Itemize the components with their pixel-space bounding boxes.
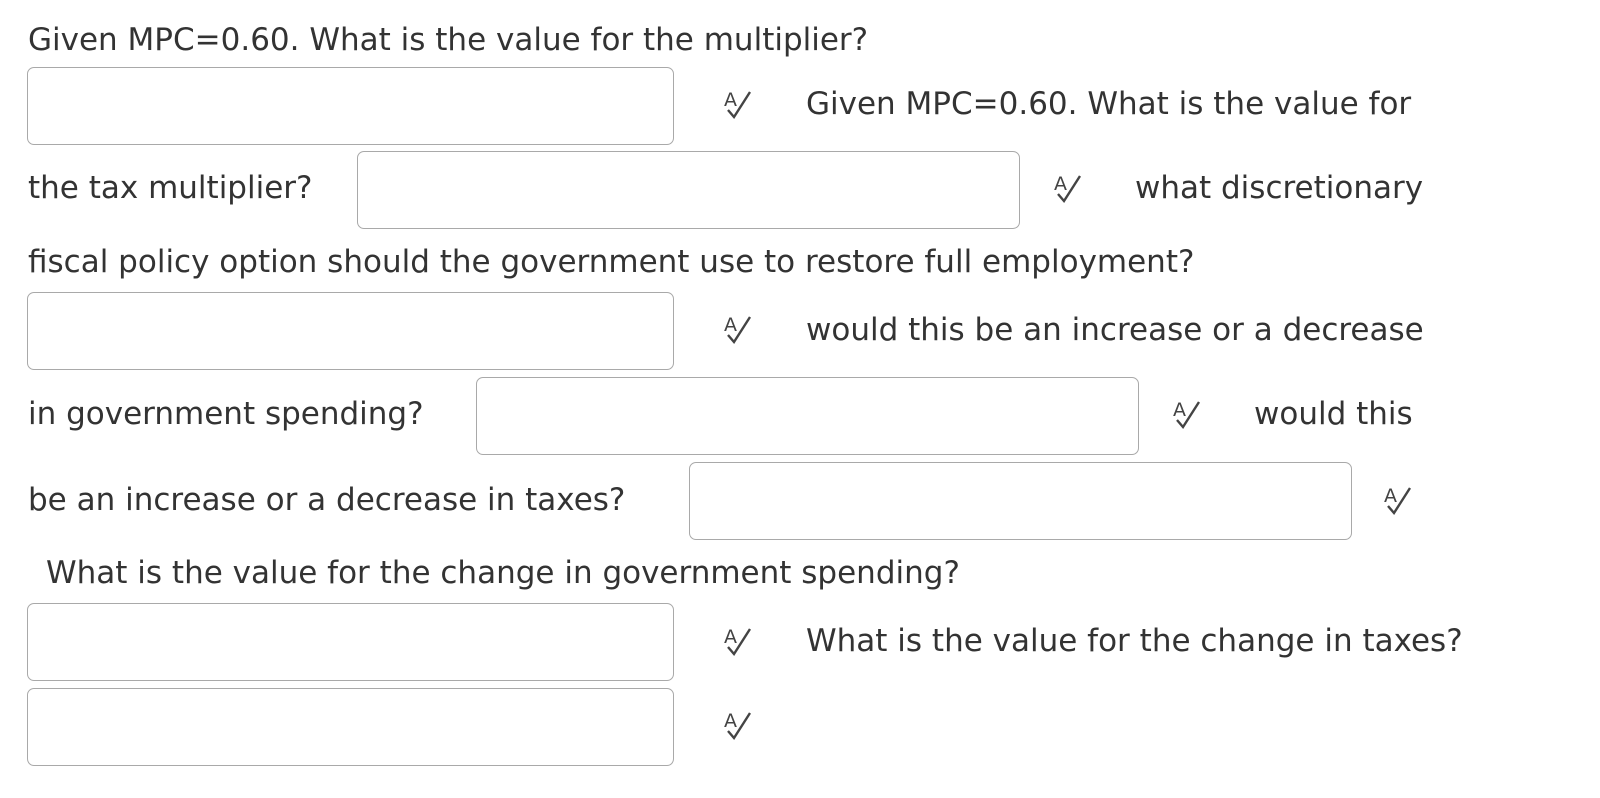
spell-check-icon[interactable]: A xyxy=(722,707,756,743)
spell-check-icon[interactable]: A xyxy=(1171,396,1205,432)
question-taxes-direction-part1: would this xyxy=(1254,396,1413,432)
question-tax-multiplier-part1: Given MPC=0.60. What is the value for xyxy=(806,86,1412,122)
svg-text:A: A xyxy=(724,314,737,336)
spell-check-icon[interactable]: A xyxy=(722,311,756,347)
tax-multiplier-input[interactable] xyxy=(357,151,1020,229)
question-change-government-spending: What is the value for the change in gove… xyxy=(46,555,960,591)
question-taxes-direction-part2: be an increase or a decrease in taxes? xyxy=(28,482,626,518)
svg-text:A: A xyxy=(724,89,737,111)
svg-text:A: A xyxy=(724,710,737,732)
change-taxes-input[interactable] xyxy=(27,688,674,766)
svg-text:A: A xyxy=(1384,485,1397,507)
question-spending-direction-part2: in government spending? xyxy=(28,396,424,432)
question-fiscal-policy-part2: fiscal policy option should the governme… xyxy=(28,244,1195,280)
question-fiscal-policy-part1: what discretionary xyxy=(1135,170,1424,206)
question-multiplier: Given MPC=0.60. What is the value for th… xyxy=(28,22,869,58)
question-tax-multiplier-part2: the tax multiplier? xyxy=(28,170,313,206)
multiplier-input[interactable] xyxy=(27,67,674,145)
svg-text:A: A xyxy=(1054,173,1067,195)
question-spending-direction-part1: would this be an increase or a decrease xyxy=(806,312,1424,348)
fiscal-policy-option-input[interactable] xyxy=(27,292,674,370)
change-government-spending-input[interactable] xyxy=(27,603,674,681)
svg-text:A: A xyxy=(724,626,737,648)
spell-check-icon[interactable]: A xyxy=(722,86,756,122)
svg-text:A: A xyxy=(1173,399,1186,421)
spell-check-icon[interactable]: A xyxy=(722,623,756,659)
taxes-direction-input[interactable] xyxy=(689,462,1352,540)
spell-check-icon[interactable]: A xyxy=(1382,482,1416,518)
government-spending-direction-input[interactable] xyxy=(476,377,1139,455)
question-change-taxes: What is the value for the change in taxe… xyxy=(806,623,1463,659)
spell-check-icon[interactable]: A xyxy=(1052,170,1086,206)
